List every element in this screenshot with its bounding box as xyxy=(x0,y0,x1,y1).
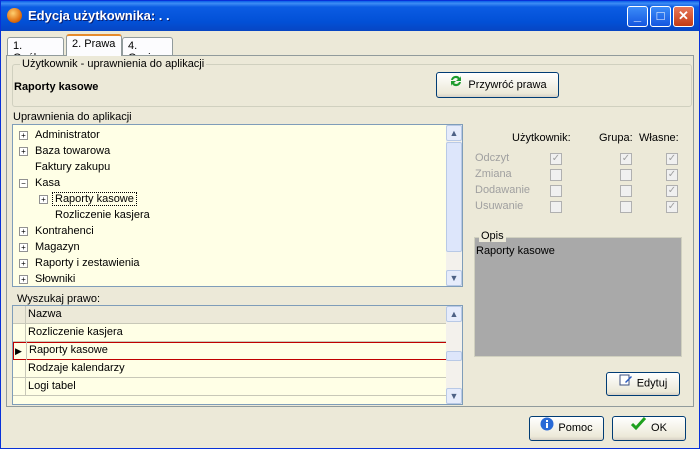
expand-icon[interactable]: + xyxy=(19,275,28,284)
scroll-up-icon[interactable]: ▲ xyxy=(446,306,462,322)
checkbox-own-add[interactable]: ✓ xyxy=(666,185,678,197)
search-results-grid[interactable]: Nazwa Rozliczenie kasjera ▶ Raporty kaso… xyxy=(12,305,463,405)
expand-icon[interactable]: + xyxy=(19,131,28,140)
permission-add-label: Dodawanie xyxy=(475,184,531,196)
description-text: Raporty kasowe xyxy=(476,245,555,257)
ok-label: OK xyxy=(651,421,667,434)
expand-icon[interactable]: + xyxy=(19,259,28,268)
checkbox-own-read[interactable]: ✓ xyxy=(666,153,678,165)
permission-change-label: Zmiana xyxy=(475,168,512,180)
close-button[interactable]: ✕ xyxy=(673,6,694,27)
tree-item-label: Słowniki xyxy=(35,273,76,285)
tree-item-label: Baza towarowa xyxy=(35,145,111,157)
checkbox-user-change[interactable] xyxy=(550,169,562,181)
edit-label: Edytuj xyxy=(636,377,668,390)
tree-item-label: Administrator xyxy=(35,129,100,141)
help-button[interactable]: Pomoc xyxy=(529,416,604,441)
table-cell: Rodzaje kalendarzy xyxy=(25,360,448,378)
header-own: Własne: xyxy=(639,132,679,144)
expand-icon[interactable]: + xyxy=(39,195,48,204)
minimize-button[interactable]: _ xyxy=(627,6,648,27)
grid-header-row: Nazwa xyxy=(13,306,448,324)
table-row[interactable]: Rodzaje kalendarzy xyxy=(13,360,448,378)
tree-item-raporty-i-zestawienia[interactable]: + Raporty i zestawienia xyxy=(15,255,140,271)
checkbox-group-add[interactable] xyxy=(620,185,632,197)
checkbox-group-read[interactable]: ✓ xyxy=(620,153,632,165)
tab-permissions[interactable]: 2. Prawa xyxy=(66,34,122,56)
title-bar[interactable]: Edycja użytkownika: . . _ □ ✕ xyxy=(1,1,699,31)
checkbox-group-delete[interactable] xyxy=(620,201,632,213)
permissions-tree[interactable]: + Administrator + Baza towarowa Faktury … xyxy=(12,124,463,287)
tab-options[interactable]: 4. Opcje xyxy=(122,37,173,64)
scroll-up-icon[interactable]: ▲ xyxy=(446,125,462,141)
checkbox-user-read[interactable]: ✓ xyxy=(550,153,562,165)
grid-column-name[interactable]: Nazwa xyxy=(25,306,448,324)
checkbox-own-change[interactable]: ✓ xyxy=(666,169,678,181)
checkbox-user-add[interactable] xyxy=(550,185,562,197)
group-legend: Użytkownik - uprawnienia do aplikacji xyxy=(20,58,207,70)
description-box: Opis Raporty kasowe xyxy=(474,230,682,357)
expand-icon[interactable]: + xyxy=(19,227,28,236)
table-row[interactable]: Logi tabel xyxy=(13,378,448,396)
collapse-icon[interactable]: − xyxy=(19,179,28,188)
tree-item-kasa[interactable]: − Kasa xyxy=(15,175,60,191)
tree-item-label: Rozliczenie kasjera xyxy=(55,209,150,221)
edit-button[interactable]: Edytuj xyxy=(606,372,680,396)
info-icon xyxy=(540,417,554,439)
tree-item-label: Raporty i zestawienia xyxy=(35,257,140,269)
tree-item-label: Kontrahenci xyxy=(35,225,94,237)
table-row[interactable]: Rozliczenie kasjera xyxy=(13,324,448,342)
grid-scrollbar[interactable]: ▲ ▼ xyxy=(446,306,462,404)
scroll-thumb[interactable] xyxy=(446,142,462,252)
selected-permission-label: Raporty kasowe xyxy=(14,81,99,93)
edit-icon xyxy=(619,373,633,394)
permission-read-label: Odczyt xyxy=(475,152,510,164)
checkmark-icon xyxy=(630,416,647,439)
scroll-down-icon[interactable]: ▼ xyxy=(446,270,462,286)
table-cell: Rozliczenie kasjera xyxy=(25,324,448,342)
dialog-window: Edycja użytkownika: . . _ □ ✕ 1. Ogólne … xyxy=(0,0,700,449)
header-user: Użytkownik: xyxy=(512,132,571,144)
tab-general[interactable]: 1. Ogólne xyxy=(7,37,64,64)
window-title: Edycja użytkownika: . . xyxy=(28,8,170,23)
scroll-thumb[interactable] xyxy=(446,351,462,361)
app-icon xyxy=(7,8,22,23)
description-legend: Opis xyxy=(479,230,506,242)
tree-item-label-selected: Raporty kasowe xyxy=(52,192,137,206)
table-cell: Raporty kasowe xyxy=(26,342,447,360)
maximize-button[interactable]: □ xyxy=(650,6,671,27)
current-row-marker-icon: ▶ xyxy=(15,346,22,356)
help-label: Pomoc xyxy=(558,421,593,434)
tree-item-slowniki[interactable]: + Słowniki xyxy=(15,271,76,286)
checkbox-user-delete[interactable] xyxy=(550,201,562,213)
refresh-icon xyxy=(448,73,464,97)
tree-item-label: Magazyn xyxy=(35,241,80,253)
table-cell: Logi tabel xyxy=(25,378,448,396)
checkbox-group-change[interactable] xyxy=(620,169,632,181)
table-row-current[interactable]: ▶ Raporty kasowe xyxy=(13,342,448,360)
header-group: Grupa: xyxy=(599,132,633,144)
restore-permissions-label: Przywróć prawa xyxy=(468,78,547,91)
checkbox-own-delete[interactable]: ✓ xyxy=(666,201,678,213)
tree-item-label: Faktury zakupu xyxy=(35,161,111,173)
tree-label: Uprawnienia do aplikacji xyxy=(13,111,132,123)
tree-item-rozliczenie-kasjera[interactable]: Rozliczenie kasjera xyxy=(35,207,150,223)
tree-item-kontrahenci[interactable]: + Kontrahenci xyxy=(15,223,94,239)
expand-icon[interactable]: + xyxy=(19,243,28,252)
user-permissions-group: Użytkownik - uprawnienia do aplikacji xyxy=(12,58,692,107)
tree-item-raporty-kasowe[interactable]: + Raporty kasowe xyxy=(35,191,137,207)
tree-item-magazyn[interactable]: + Magazyn xyxy=(15,239,80,255)
tree-item-administrator[interactable]: + Administrator xyxy=(15,127,100,143)
tree-item-faktury-zakupu[interactable]: Faktury zakupu xyxy=(15,159,110,175)
expand-icon[interactable]: + xyxy=(19,147,28,156)
restore-permissions-button[interactable]: Przywróć prawa xyxy=(436,72,559,98)
tree-scrollbar[interactable]: ▲ ▼ xyxy=(446,125,462,286)
permission-delete-label: Usuwanie xyxy=(475,200,524,212)
scroll-down-icon[interactable]: ▼ xyxy=(446,388,462,404)
ok-button[interactable]: OK xyxy=(612,416,686,441)
tree-item-label: Kasa xyxy=(35,177,61,189)
search-label: Wyszukaj prawo: xyxy=(17,293,101,305)
tree-item-baza-towarowa[interactable]: + Baza towarowa xyxy=(15,143,110,159)
